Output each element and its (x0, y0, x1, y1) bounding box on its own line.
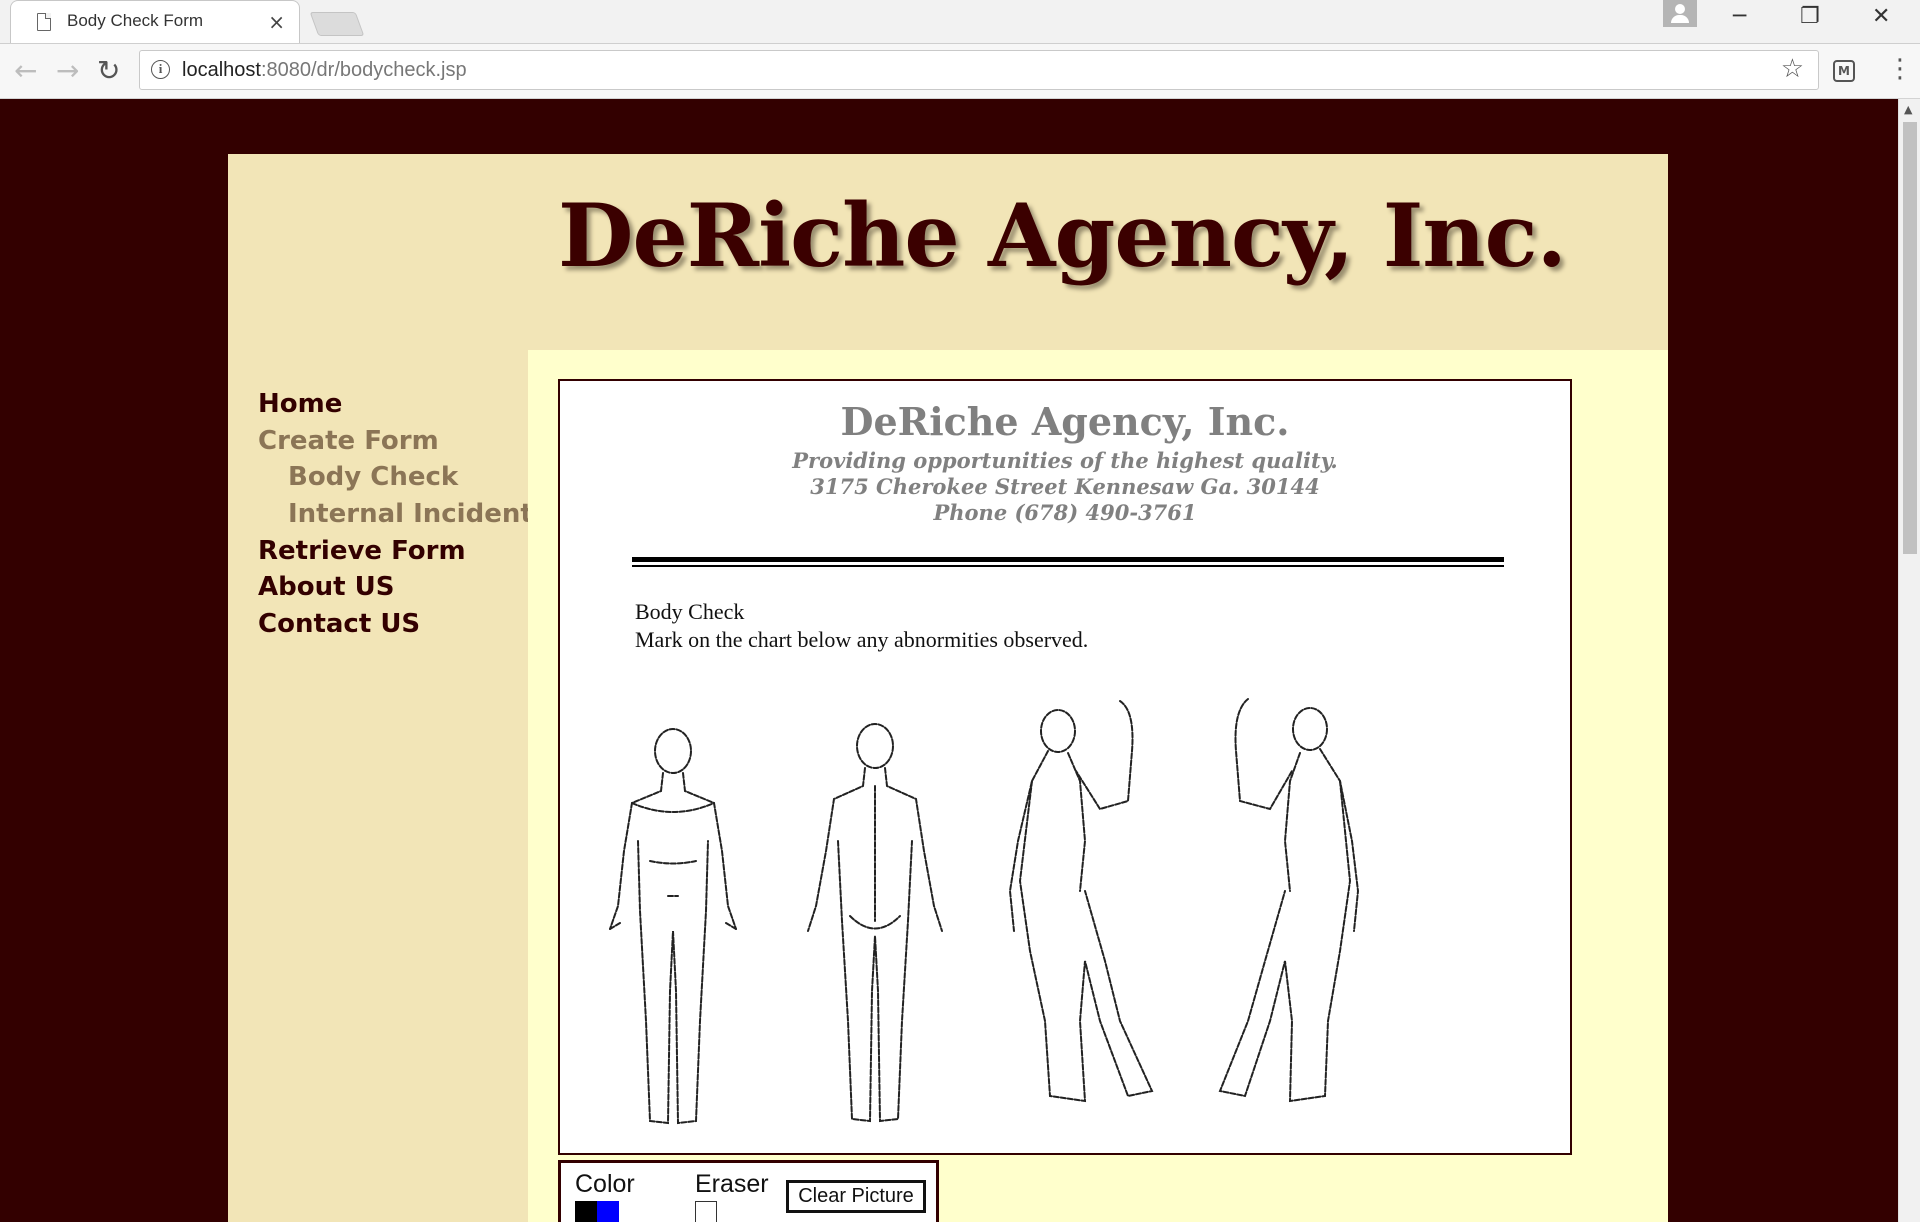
side-navigation: Home Create Form Body Check Internal Inc… (258, 386, 533, 643)
clear-picture-button[interactable]: Clear Picture (786, 1180, 926, 1213)
color-label: Color (575, 1170, 635, 1198)
page-scrollbar[interactable]: ▲ (1898, 99, 1920, 1222)
eraser-swatch[interactable] (695, 1201, 717, 1222)
color-swatch-black[interactable] (575, 1201, 597, 1222)
window-close-icon[interactable]: ✕ (1872, 4, 1890, 29)
tab-title: Body Check Form (67, 11, 204, 30)
profile-icon[interactable] (1663, 0, 1697, 27)
bookmark-star-icon[interactable]: ☆ (1781, 54, 1804, 84)
browser-tabstrip: Body Check Form × ─ ❐ ✕ (0, 0, 1920, 44)
body-figure-front (609, 728, 737, 1125)
restore-icon[interactable]: ❐ (1800, 4, 1820, 29)
document-icon (37, 13, 51, 31)
site-title: DeRiche Agency, Inc. (558, 184, 1567, 287)
back-icon[interactable]: ← (14, 54, 37, 87)
letterhead-phone: Phone (678) 490-3761 (933, 500, 1197, 525)
url-path: :8080/dr/bodycheck.jsp (260, 59, 467, 81)
info-icon[interactable]: i (151, 60, 170, 79)
forward-icon[interactable]: → (56, 54, 79, 87)
color-swatch-blue[interactable] (597, 1201, 619, 1222)
nav-about-us[interactable]: About US (258, 569, 533, 606)
minimize-icon[interactable]: ─ (1733, 4, 1746, 29)
body-figure-side-right (1008, 700, 1154, 1103)
browser-toolbar: ← → ↻ i localhost:8080/dr/bodycheck.jsp … (0, 44, 1920, 99)
letterhead-rule (632, 557, 1504, 562)
nav-internal-incident[interactable]: Internal Incident (258, 496, 533, 533)
letterhead-address: 3175 Cherokee Street Kennesaw Ga. 30144 (810, 474, 1320, 499)
body-chart-canvas[interactable] (580, 691, 1550, 1146)
drawing-toolbar: Color Eraser Clear Picture (558, 1160, 939, 1222)
page-container: DeRiche Agency, Inc. Home Create Form Bo… (228, 154, 1668, 1222)
letterhead-name: DeRiche Agency, Inc. (840, 399, 1290, 444)
nav-contact-us[interactable]: Contact US (258, 606, 533, 643)
letterhead-rule-thin (632, 565, 1504, 567)
browser-tab[interactable]: Body Check Form × (10, 0, 300, 43)
scrollbar-thumb[interactable] (1903, 122, 1917, 554)
main-content: DeRiche Agency, Inc. Providing opportuni… (528, 350, 1668, 1222)
nav-create-form[interactable]: Create Form (258, 423, 533, 460)
nav-body-check[interactable]: Body Check (258, 459, 533, 496)
new-tab-button[interactable] (309, 12, 365, 36)
url-host: localhost (182, 59, 261, 81)
form-instruction: Mark on the chart below any abnormities … (635, 627, 1089, 652)
body-figure-side-left (1218, 698, 1360, 1103)
scroll-up-icon[interactable]: ▲ (1904, 103, 1912, 116)
form-title: Body Check (635, 599, 745, 624)
browser-menu-icon[interactable]: ⋮ (1887, 54, 1913, 84)
extension-icon[interactable]: M (1833, 60, 1855, 82)
address-bar[interactable]: i localhost:8080/dr/bodycheck.jsp ☆ (139, 50, 1819, 90)
url-text[interactable]: localhost:8080/dr/bodycheck.jsp (182, 59, 467, 82)
eraser-label: Eraser (695, 1170, 769, 1198)
page-viewport: DeRiche Agency, Inc. Home Create Form Bo… (0, 99, 1898, 1222)
nav-retrieve-form[interactable]: Retrieve Form (258, 533, 533, 570)
tab-close-icon[interactable]: × (268, 10, 285, 34)
body-check-form: DeRiche Agency, Inc. Providing opportuni… (558, 379, 1572, 1155)
nav-home[interactable]: Home (258, 386, 533, 423)
reload-icon[interactable]: ↻ (97, 54, 120, 87)
body-figure-back (807, 723, 943, 1123)
letterhead-tagline: Providing opportunities of the highest q… (792, 448, 1338, 473)
